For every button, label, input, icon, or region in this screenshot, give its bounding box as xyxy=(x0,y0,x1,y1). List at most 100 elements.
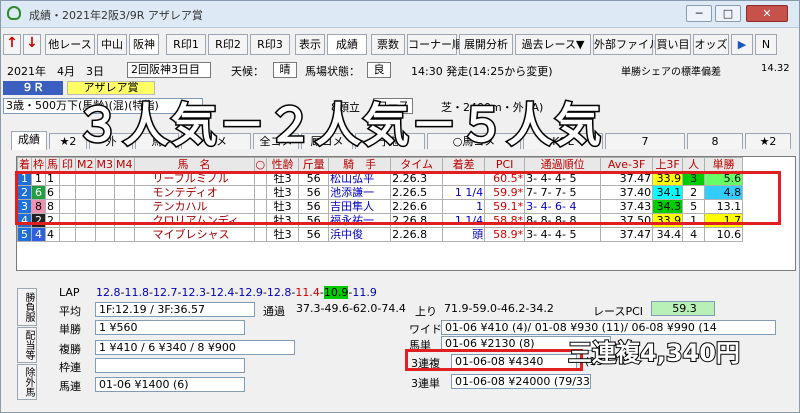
place-label: 複勝 xyxy=(59,343,81,356)
table-cell: 5 xyxy=(17,227,32,242)
table-header-row: 着 枠 馬 印 M2 M3 M4 馬 名 ○ 性齢 斤量 騎 手 タイム 着差 … xyxy=(17,157,744,172)
past-race-dropdown[interactable]: 過去レース▼ xyxy=(515,34,591,55)
top3-highlight xyxy=(15,171,781,225)
buy-eye-button[interactable]: 買い目 xyxy=(655,34,691,55)
tab-8[interactable]: 8 xyxy=(687,133,743,149)
lap-time: 12.8 xyxy=(266,286,292,299)
window-title: 成績・2021年2阪3/9R アザレア賞 xyxy=(29,9,203,22)
up-arrow-button[interactable]: ↑ xyxy=(3,34,21,55)
col-header[interactable]: 着差 xyxy=(442,157,486,172)
tab-star2-b[interactable]: ★2 xyxy=(745,133,791,149)
race-mark3-button[interactable]: R印3 xyxy=(250,34,290,55)
weather-label: 天候： xyxy=(231,65,264,78)
table-cell xyxy=(75,227,96,242)
meeting-field: 2回阪神3日目 xyxy=(127,62,211,78)
quinella-label: 馬連 xyxy=(59,380,81,393)
win-label: 単勝 xyxy=(59,323,81,336)
race-number: ９Ｒ xyxy=(3,81,63,95)
col-header[interactable]: 斤量 xyxy=(298,157,330,172)
lap-time: 11.8 xyxy=(124,286,149,299)
col-header[interactable]: 着 xyxy=(17,157,32,172)
lap-time: 12.8 xyxy=(96,286,121,299)
lap-time: 12.4 xyxy=(209,286,235,299)
table-cell xyxy=(253,227,268,242)
table-cell: 4 xyxy=(31,227,46,242)
minimize-button[interactable]: ─ xyxy=(686,5,712,22)
next-button[interactable]: N xyxy=(755,34,777,55)
corner-order-button[interactable]: コーナー順 xyxy=(407,34,463,55)
share-label: 単勝シェアの標準偏差 xyxy=(621,67,721,78)
results-button[interactable]: 成績 xyxy=(327,34,367,55)
race-info-row: 2021年 4月 3日 2回阪神3日目 天候： 晴 馬場状態： 良 14:30 … xyxy=(1,61,799,79)
title-bar: 成績・2021年2阪3/9R アザレア賞 ─ □ ✕ xyxy=(1,1,799,28)
col-header[interactable]: 枠 xyxy=(31,157,46,172)
display-button[interactable]: 表示 xyxy=(295,34,325,55)
col-header[interactable]: 単勝 xyxy=(704,157,744,172)
track-label: 馬場状態： xyxy=(305,65,360,78)
play-icon[interactable]: ▶ xyxy=(731,34,753,55)
side-tab-payout[interactable]: 配当等 xyxy=(17,327,37,363)
lap-time: 11.4 xyxy=(295,286,320,299)
trio-highlight xyxy=(405,349,583,371)
table-cell: マイブレシャス xyxy=(133,227,255,242)
weather-field: 晴 xyxy=(273,62,297,78)
table-cell: 34.4 xyxy=(652,227,684,242)
waku-field xyxy=(95,358,245,373)
col-header[interactable]: M3 xyxy=(94,157,115,172)
col-header[interactable]: タイム xyxy=(390,157,444,172)
nakayama-button[interactable]: 中山 xyxy=(97,34,127,55)
col-header[interactable]: 性齢 xyxy=(266,157,300,172)
col-header[interactable]: 騎 手 xyxy=(328,157,392,172)
col-header[interactable]: M4 xyxy=(114,157,135,172)
col-header[interactable]: 馬 xyxy=(45,157,60,172)
odds-button[interactable]: オッズ xyxy=(693,34,729,55)
track-field: 良 xyxy=(367,62,391,78)
lap-time: 10.9 xyxy=(323,286,349,299)
lap-time: 12.9 xyxy=(238,286,263,299)
close-button[interactable]: ✕ xyxy=(746,5,788,22)
trifecta-field: 01-06-08 ¥24000 (79/336) xyxy=(451,374,591,389)
col-header[interactable]: 上3F xyxy=(652,157,684,172)
pci-label: レースPCI xyxy=(593,305,644,318)
lap-time: 12.3 xyxy=(181,286,206,299)
table-cell: 56 xyxy=(298,227,330,242)
ticket-count-button[interactable]: 票数 xyxy=(371,34,405,55)
lap-label: LAP xyxy=(59,286,80,299)
side-tab-excluded[interactable]: 除外馬 xyxy=(17,364,37,400)
last-field: 71.9-59.0-46.2-34.2 xyxy=(444,302,554,315)
table-cell: 4 xyxy=(682,227,706,242)
col-header[interactable]: 馬 名 xyxy=(133,157,255,172)
col-header[interactable]: Ave-3F xyxy=(600,157,654,172)
external-file-button[interactable]: 外部ファイル xyxy=(593,34,660,55)
avg-field: 1F:12.19 / 3F:36.57 xyxy=(95,302,255,317)
col-header[interactable]: 人 xyxy=(682,157,706,172)
col-header[interactable]: ○ xyxy=(253,157,268,172)
down-arrow-button[interactable]: ↓ xyxy=(23,34,41,55)
tab-7[interactable]: 7 xyxy=(605,133,685,149)
maximize-button[interactable]: □ xyxy=(715,5,741,22)
start-time: 14:30 発走(14:25から変更) xyxy=(411,65,553,78)
hanshin-button[interactable]: 阪神 xyxy=(129,34,159,55)
tab-results[interactable]: 成績 xyxy=(11,131,47,150)
col-header[interactable]: 印 xyxy=(59,157,76,172)
table-cell: 37.47 xyxy=(600,227,654,242)
table-cell: 浜中俊 xyxy=(328,227,392,242)
table-cell: 頭 xyxy=(442,227,486,242)
table-cell: 10.6 xyxy=(704,227,744,242)
col-header[interactable]: M2 xyxy=(75,157,96,172)
table-cell: 58.9* xyxy=(484,227,526,242)
col-header[interactable]: PCI xyxy=(484,157,526,172)
quinella-field: 01-06 ¥1400 (6) xyxy=(95,377,245,392)
race-mark1-button[interactable]: R印1 xyxy=(166,34,206,55)
col-header[interactable]: 通過順位 xyxy=(524,157,602,172)
pace-analysis-button[interactable]: 展開分析 xyxy=(459,34,513,55)
race-mark2-button[interactable]: R印2 xyxy=(208,34,248,55)
pass-field: 37.3-49.6-62.0-74.4 xyxy=(296,302,406,315)
avg-label: 平均 xyxy=(59,305,81,318)
table-row[interactable]: 5 4 4 マイブレシャス 牡3 56 浜中俊 2.26.8 頭 58.9* 3- 4- 4- 53… xyxy=(17,227,744,242)
table-cell: 3- 4- 4- 5 xyxy=(524,227,602,242)
lap-times: 12.8-11.8-12.7-12.3-12.4-12.9-12.8-11.4-… xyxy=(96,286,377,299)
side-tab-silks[interactable]: 勝負服 xyxy=(17,288,37,326)
lap-time: 11.9 xyxy=(352,286,377,299)
other-race-button[interactable]: 他レース xyxy=(45,34,95,55)
